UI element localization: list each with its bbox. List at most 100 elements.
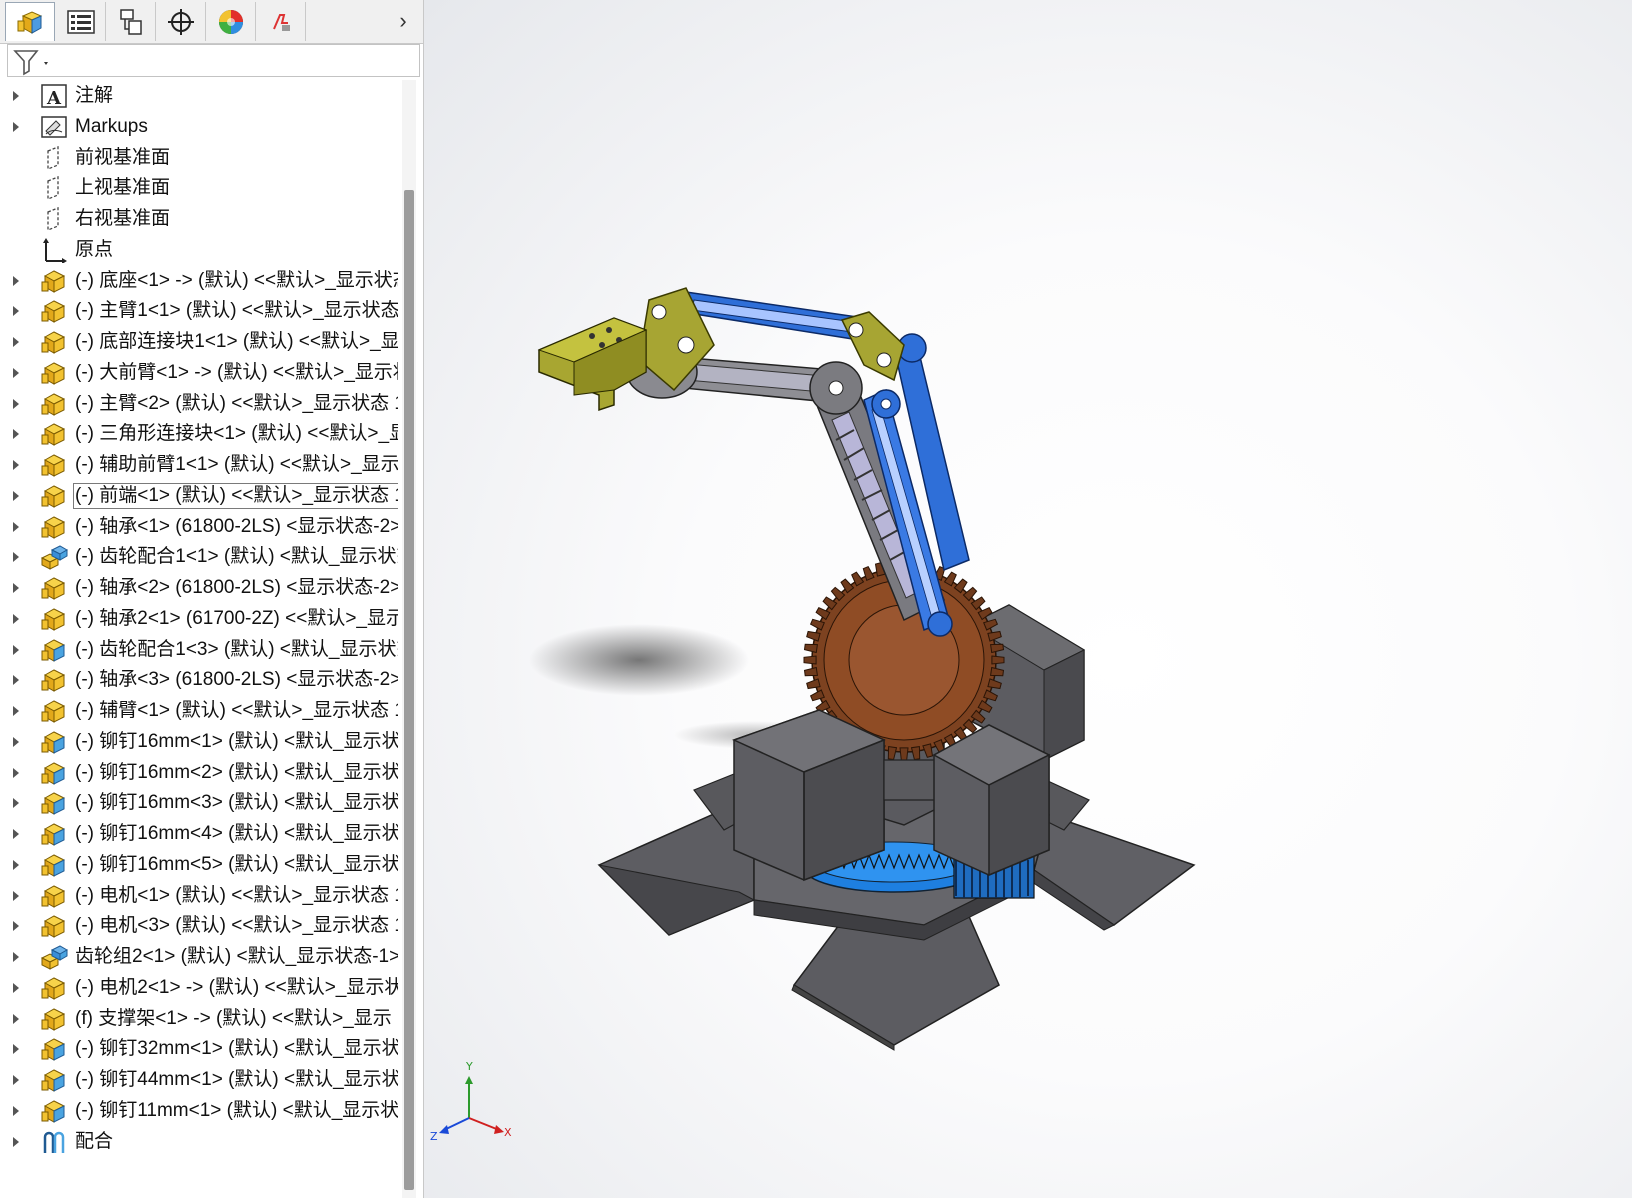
- propertymanager-list-icon: [66, 9, 95, 34]
- tree-item[interactable]: (-) 底座<1> -> (默认) <<默认>_显示状态: [0, 265, 398, 297]
- tree-item[interactable]: (-) 铆钉16mm<2> (默认) <默认_显示状: [0, 757, 398, 789]
- tree-item-label: (-) 大前臂<1> -> (默认) <<默认>_显示状: [75, 361, 398, 383]
- expand-arrow-icon[interactable]: [13, 952, 19, 962]
- tree-item-label: (-) 轴承<2> (61800-2LS) <显示状态-2>: [75, 577, 398, 598]
- tree-item[interactable]: (-) 电机<1> (默认) <<默认>_显示状态 1: [0, 880, 398, 912]
- tree-item[interactable]: (-) 齿轮配合1<3> (默认) <默认_显示状态: [0, 634, 398, 666]
- tree-item[interactable]: (-) 铆钉16mm<4> (默认) <默认_显示状: [0, 818, 398, 850]
- tree-item[interactable]: (-) 底部连接块1<1> (默认) <<默认>_显示: [0, 326, 398, 358]
- tree-item[interactable]: (-) 主臂1<1> (默认) <<默认>_显示状态: [0, 295, 398, 327]
- expand-arrow-icon[interactable]: [13, 1013, 19, 1024]
- expand-arrow-icon[interactable]: [13, 306, 19, 317]
- expand-arrow-icon[interactable]: [13, 521, 19, 532]
- tree-item[interactable]: (-) 电机<3> (默认) <<默认>_显示状态 1: [0, 910, 398, 942]
- tree-item-label: 前视基准面: [75, 146, 171, 168]
- tree-item[interactable]: 前视基准面: [0, 142, 398, 174]
- expand-arrow-icon[interactable]: [13, 1136, 19, 1147]
- expand-arrow-icon[interactable]: [13, 859, 19, 870]
- part-icon: [40, 298, 68, 324]
- tree-item[interactable]: 原点: [0, 234, 398, 266]
- expand-arrow-icon[interactable]: [13, 367, 19, 378]
- dimxpert-tab[interactable]: [156, 2, 206, 41]
- tree-item[interactable]: (-) 电机2<1> -> (默认) <<默认>_显示状: [0, 972, 398, 1004]
- tree-item[interactable]: (-) 大前臂<1> -> (默认) <<默认>_显示状: [0, 357, 398, 389]
- tree-item[interactable]: (-) 铆钉16mm<1> (默认) <默认_显示状: [0, 726, 398, 758]
- expand-arrow-icon[interactable]: [13, 675, 19, 686]
- expand-arrow-icon[interactable]: [13, 552, 19, 563]
- expand-arrow-icon[interactable]: [13, 583, 19, 593]
- chevron-right-icon[interactable]: ›: [391, 6, 415, 36]
- subassembly-icon: [40, 944, 69, 970]
- expand-arrow-icon[interactable]: [13, 829, 19, 839]
- configurationmanager-tab[interactable]: [106, 2, 156, 41]
- expand-arrow-icon[interactable]: [13, 1075, 19, 1085]
- part-icon: [40, 975, 68, 1001]
- expand-arrow-icon[interactable]: [13, 706, 19, 716]
- tree-item[interactable]: (-) 三角形连接块<1> (默认) <<默认>_显: [0, 418, 398, 450]
- expand-arrow-icon[interactable]: [13, 91, 19, 101]
- tree-item[interactable]: (-) 轴承<2> (61800-2LS) <显示状态-2>: [0, 572, 398, 604]
- expand-arrow-icon[interactable]: [13, 121, 19, 132]
- cam-tab[interactable]: [256, 2, 306, 41]
- tree-item[interactable]: (-) 轴承2<1> (61700-2Z) <<默认>_显示: [0, 603, 398, 635]
- part-icon: [40, 729, 68, 755]
- tree-item[interactable]: (-) 轴承<1> (61800-2LS) <显示状态-2>: [0, 511, 398, 543]
- tree-item[interactable]: (f) 支撑架<1> -> (默认) <<默认>_显示: [0, 1003, 398, 1035]
- tree-item[interactable]: 配合: [0, 1126, 398, 1158]
- triad-z-label: Z: [430, 1130, 438, 1143]
- expand-arrow-icon[interactable]: [13, 644, 19, 655]
- tree-item[interactable]: A 注解: [0, 80, 398, 112]
- featuremanager-cube-icon: [17, 11, 43, 34]
- tree-item-label: (-) 底座<1> -> (默认) <<默认>_显示状态: [75, 269, 398, 291]
- expand-arrow-icon[interactable]: [13, 767, 19, 778]
- tree-item-label: (-) 轴承<1> (61800-2LS) <显示状态-2>: [75, 515, 398, 537]
- tree-item[interactable]: (-) 铆钉32mm<1> (默认) <默认_显示状: [0, 1033, 398, 1065]
- expand-arrow-icon[interactable]: [13, 1044, 19, 1055]
- featuremanager-tab[interactable]: [5, 2, 55, 41]
- tree-item[interactable]: (-) 铆钉44mm<1> (默认) <默认_显示状: [0, 1064, 398, 1096]
- display-manager-tab[interactable]: [206, 2, 256, 41]
- tree-item[interactable]: (-) 辅助前臂1<1> (默认) <<默认>_显示: [0, 449, 398, 481]
- tree-item[interactable]: 齿轮组2<1> (默认) <默认_显示状态-1>: [0, 941, 398, 973]
- tree-filter-bar[interactable]: [7, 44, 420, 77]
- tree-item[interactable]: (-) 铆钉16mm<5> (默认) <默认_显示状: [0, 849, 398, 881]
- tree-scrollbar-thumb[interactable]: [404, 190, 414, 1190]
- tree-item[interactable]: Markups: [0, 111, 398, 143]
- part-icon: [40, 1036, 68, 1062]
- expand-arrow-icon[interactable]: [13, 736, 19, 747]
- plane-icon: [40, 145, 68, 171]
- tree-item[interactable]: 上视基准面: [0, 172, 398, 204]
- filter-icon[interactable]: [12, 48, 52, 76]
- tree-item[interactable]: (-) 前端<1> (默认) <<默认>_显示状态 1: [0, 480, 398, 512]
- expand-arrow-icon[interactable]: [13, 460, 19, 470]
- expand-arrow-icon[interactable]: [13, 275, 19, 286]
- expand-arrow-icon[interactable]: [13, 921, 19, 932]
- tree-item[interactable]: 右视基准面: [0, 203, 398, 235]
- propertymanager-tab[interactable]: [56, 2, 106, 41]
- robot-arm-model[interactable]: [424, 0, 1632, 1198]
- tree-item-label: (-) 三角形连接块<1> (默认) <<默认>_显: [75, 423, 398, 445]
- tree-item-label: 右视基准面: [75, 208, 171, 229]
- expand-arrow-icon[interactable]: [13, 490, 19, 501]
- tree-item[interactable]: (-) 铆钉11mm<1> (默认) <默认_显示状: [0, 1095, 398, 1127]
- tree-item[interactable]: (-) 铆钉16mm<3> (默认) <默认_显示状: [0, 787, 398, 819]
- expand-arrow-icon[interactable]: [13, 398, 19, 409]
- cam-icon: [272, 13, 290, 31]
- tree-item-label: (-) 主臂1<1> (默认) <<默认>_显示状态: [75, 300, 398, 322]
- expand-arrow-icon[interactable]: [13, 337, 19, 347]
- expand-arrow-icon[interactable]: [13, 429, 19, 440]
- tree-item[interactable]: (-) 齿轮配合1<1> (默认) <默认_显示状态: [0, 541, 398, 573]
- expand-arrow-icon[interactable]: [13, 890, 19, 901]
- tree-item[interactable]: (-) 辅臂<1> (默认) <<默认>_显示状态 1: [0, 695, 398, 727]
- expand-arrow-icon[interactable]: [13, 1105, 19, 1116]
- tree-item-label: (-) 铆钉44mm<1> (默认) <默认_显示状: [75, 1069, 398, 1090]
- tree-item[interactable]: (-) 主臂<2> (默认) <<默认>_显示状态 1: [0, 388, 398, 420]
- graphics-viewport[interactable]: Y X Z: [424, 0, 1632, 1198]
- expand-arrow-icon[interactable]: [13, 798, 19, 809]
- expand-arrow-icon[interactable]: [13, 982, 19, 993]
- expand-arrow-icon[interactable]: [13, 613, 19, 624]
- tree-item-label: (-) 电机<3> (默认) <<默认>_显示状态 1: [75, 915, 398, 937]
- tree-item-label: (-) 铆钉16mm<3> (默认) <默认_显示状: [75, 792, 398, 814]
- tree-item-label: 上视基准面: [75, 177, 171, 199]
- tree-item[interactable]: (-) 轴承<3> (61800-2LS) <显示状态-2>: [0, 664, 398, 696]
